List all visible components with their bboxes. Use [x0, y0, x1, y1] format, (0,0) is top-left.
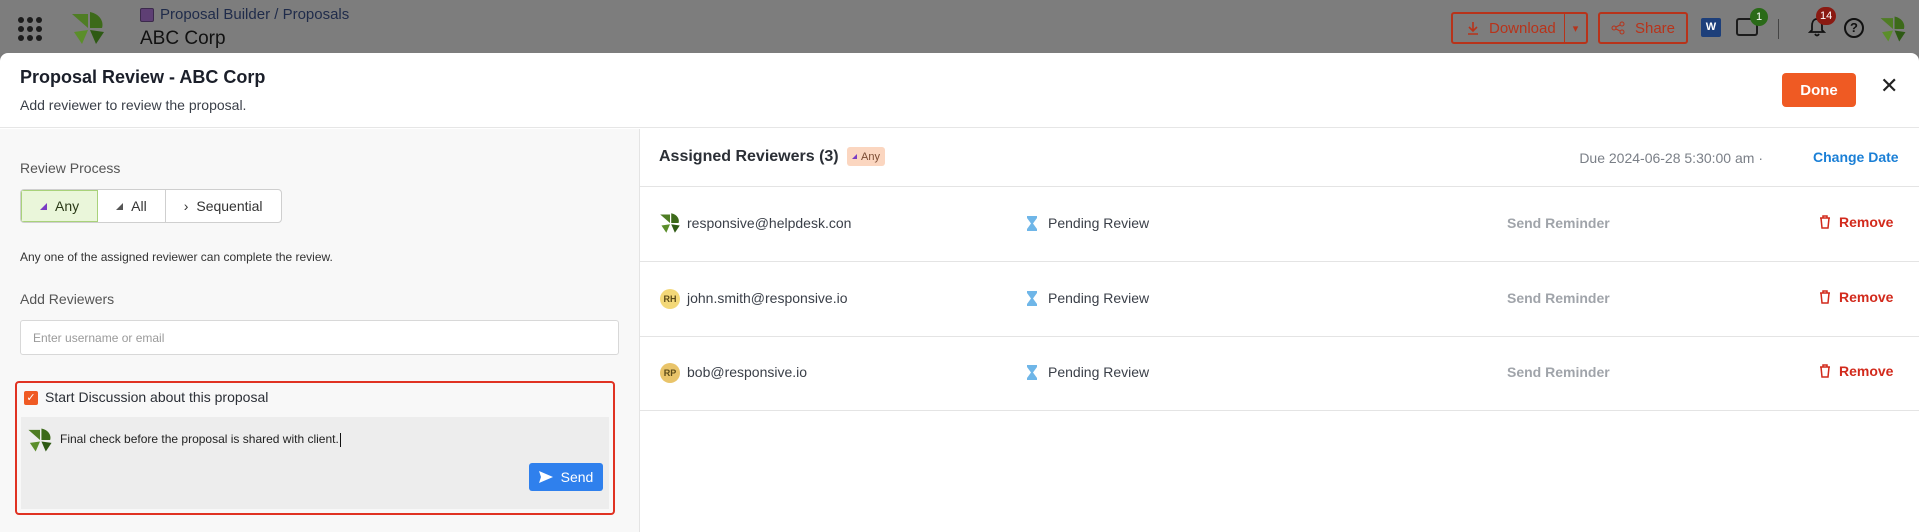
- reviewer-email: bob@responsive.io: [687, 364, 808, 380]
- divider: [1778, 19, 1779, 39]
- option-sequential-label: Sequential: [196, 198, 263, 214]
- send-reminder-button[interactable]: Send Reminder: [1507, 364, 1610, 380]
- download-dropdown-chevron-icon[interactable]: ▾: [1564, 14, 1586, 42]
- done-button[interactable]: Done: [1782, 73, 1856, 107]
- all-mode-icon: [116, 202, 124, 210]
- option-all-label: All: [131, 198, 147, 214]
- app-launcher-icon[interactable]: [18, 17, 42, 41]
- due-date-text: Due 2024-06-28 5:30:00 am ·: [1579, 150, 1763, 166]
- proposal-builder-icon: [140, 7, 154, 22]
- review-status: Pending Review: [1048, 364, 1150, 380]
- reviewer-row: RP bob@responsive.io Pending Review Send…: [640, 336, 1919, 410]
- discussion-message-text[interactable]: Final check before the proposal is share…: [60, 432, 341, 447]
- trash-icon: [1820, 215, 1830, 229]
- share-button[interactable]: Share: [1598, 12, 1688, 44]
- download-label: Download: [1489, 19, 1556, 37]
- review-status: Pending Review: [1048, 290, 1150, 306]
- modal-title: Proposal Review - ABC Corp: [20, 67, 266, 87]
- hourglass-icon: [1027, 216, 1037, 231]
- share-label: Share: [1634, 19, 1676, 37]
- review-mode-badge: Any: [847, 147, 885, 166]
- remove-reviewer-button[interactable]: Remove: [1819, 214, 1893, 230]
- send-button[interactable]: Send: [529, 463, 603, 491]
- add-reviewers-label: Add Reviewers: [20, 291, 115, 307]
- start-discussion-checkbox[interactable]: ✓: [24, 391, 38, 405]
- download-icon: [1468, 22, 1478, 35]
- modal-subtitle: Add reviewer to review the proposal.: [20, 97, 247, 113]
- option-any[interactable]: Any: [21, 190, 99, 222]
- send-reminder-button[interactable]: Send Reminder: [1507, 290, 1610, 306]
- discussion-section: ✓ Start Discussion about this proposal F…: [15, 381, 615, 515]
- any-mode-icon: [852, 154, 857, 159]
- trash-icon: [1820, 364, 1830, 378]
- remove-reviewer-button[interactable]: Remove: [1819, 289, 1893, 305]
- app-header: Proposal Builder / Proposals ABC Corp Do…: [0, 0, 1919, 53]
- divider: [640, 410, 1919, 411]
- any-mode-icon: [40, 202, 47, 210]
- review-process-selector: Any All › Sequential: [20, 189, 282, 223]
- review-status: Pending Review: [1048, 215, 1150, 231]
- remove-label: Remove: [1839, 363, 1894, 379]
- word-export-icon[interactable]: W: [1701, 18, 1721, 37]
- reviewer-avatar-icon: [660, 213, 680, 233]
- send-label: Send: [560, 469, 594, 485]
- reviewer-avatar: RP: [660, 363, 680, 383]
- remove-reviewer-button[interactable]: Remove: [1819, 363, 1893, 379]
- assigned-reviewers-panel: Assigned Reviewers (3) Any Due 2024-06-2…: [640, 129, 1919, 532]
- reviewer-row: RH john.smith@responsive.io Pending Revi…: [640, 262, 1919, 336]
- comments-count-badge: 1: [1750, 8, 1768, 26]
- download-button[interactable]: Download ▾: [1451, 12, 1588, 44]
- review-process-label: Review Process: [20, 160, 121, 176]
- app-logo-icon: [72, 12, 104, 44]
- chevron-right-icon: ›: [183, 198, 189, 214]
- change-date-link[interactable]: Change Date: [1813, 149, 1899, 165]
- review-process-note: Any one of the assigned reviewer can com…: [20, 250, 333, 264]
- notification-count-badge: 14: [1816, 7, 1837, 25]
- send-icon: [538, 471, 553, 483]
- reviewer-email: john.smith@responsive.io: [687, 290, 848, 306]
- user-avatar-icon: [28, 428, 52, 452]
- breadcrumb-text[interactable]: Proposal Builder / Proposals: [160, 6, 349, 23]
- review-settings-panel: Review Process Any All › Sequential Any …: [0, 129, 640, 532]
- hourglass-icon: [1027, 291, 1037, 306]
- close-icon[interactable]: ✕: [1880, 75, 1898, 97]
- review-mode-label: Any: [861, 150, 880, 163]
- reviewer-row: responsive@helpdesk.con Pending Review S…: [640, 187, 1919, 261]
- page-title: ABC Corp: [140, 28, 226, 49]
- share-icon: [1611, 21, 1625, 35]
- modal-header: Proposal Review - ABC Corp Add reviewer …: [0, 53, 1919, 128]
- trash-icon: [1820, 290, 1830, 304]
- start-discussion-label[interactable]: Start Discussion about this proposal: [45, 389, 268, 405]
- message-content: Final check before the proposal is share…: [60, 432, 339, 446]
- user-avatar-icon[interactable]: [1879, 15, 1907, 43]
- option-sequential[interactable]: › Sequential: [166, 190, 281, 222]
- option-any-label: Any: [55, 198, 80, 214]
- reviewer-avatar: RH: [660, 289, 680, 309]
- reviewer-email: responsive@helpdesk.con: [687, 215, 852, 231]
- assigned-reviewers-title: Assigned Reviewers (3): [659, 148, 839, 165]
- text-cursor: [339, 432, 341, 447]
- discussion-message-box[interactable]: Final check before the proposal is share…: [21, 417, 609, 509]
- send-reminder-button[interactable]: Send Reminder: [1507, 215, 1610, 231]
- remove-label: Remove: [1839, 214, 1894, 230]
- help-icon[interactable]: ?: [1844, 18, 1864, 38]
- remove-label: Remove: [1839, 289, 1894, 305]
- proposal-review-modal: Proposal Review - ABC Corp Add reviewer …: [0, 53, 1919, 532]
- add-reviewer-input[interactable]: [20, 320, 619, 355]
- option-all[interactable]: All: [98, 190, 166, 222]
- hourglass-icon: [1027, 365, 1037, 380]
- breadcrumb[interactable]: Proposal Builder / Proposals: [140, 6, 349, 23]
